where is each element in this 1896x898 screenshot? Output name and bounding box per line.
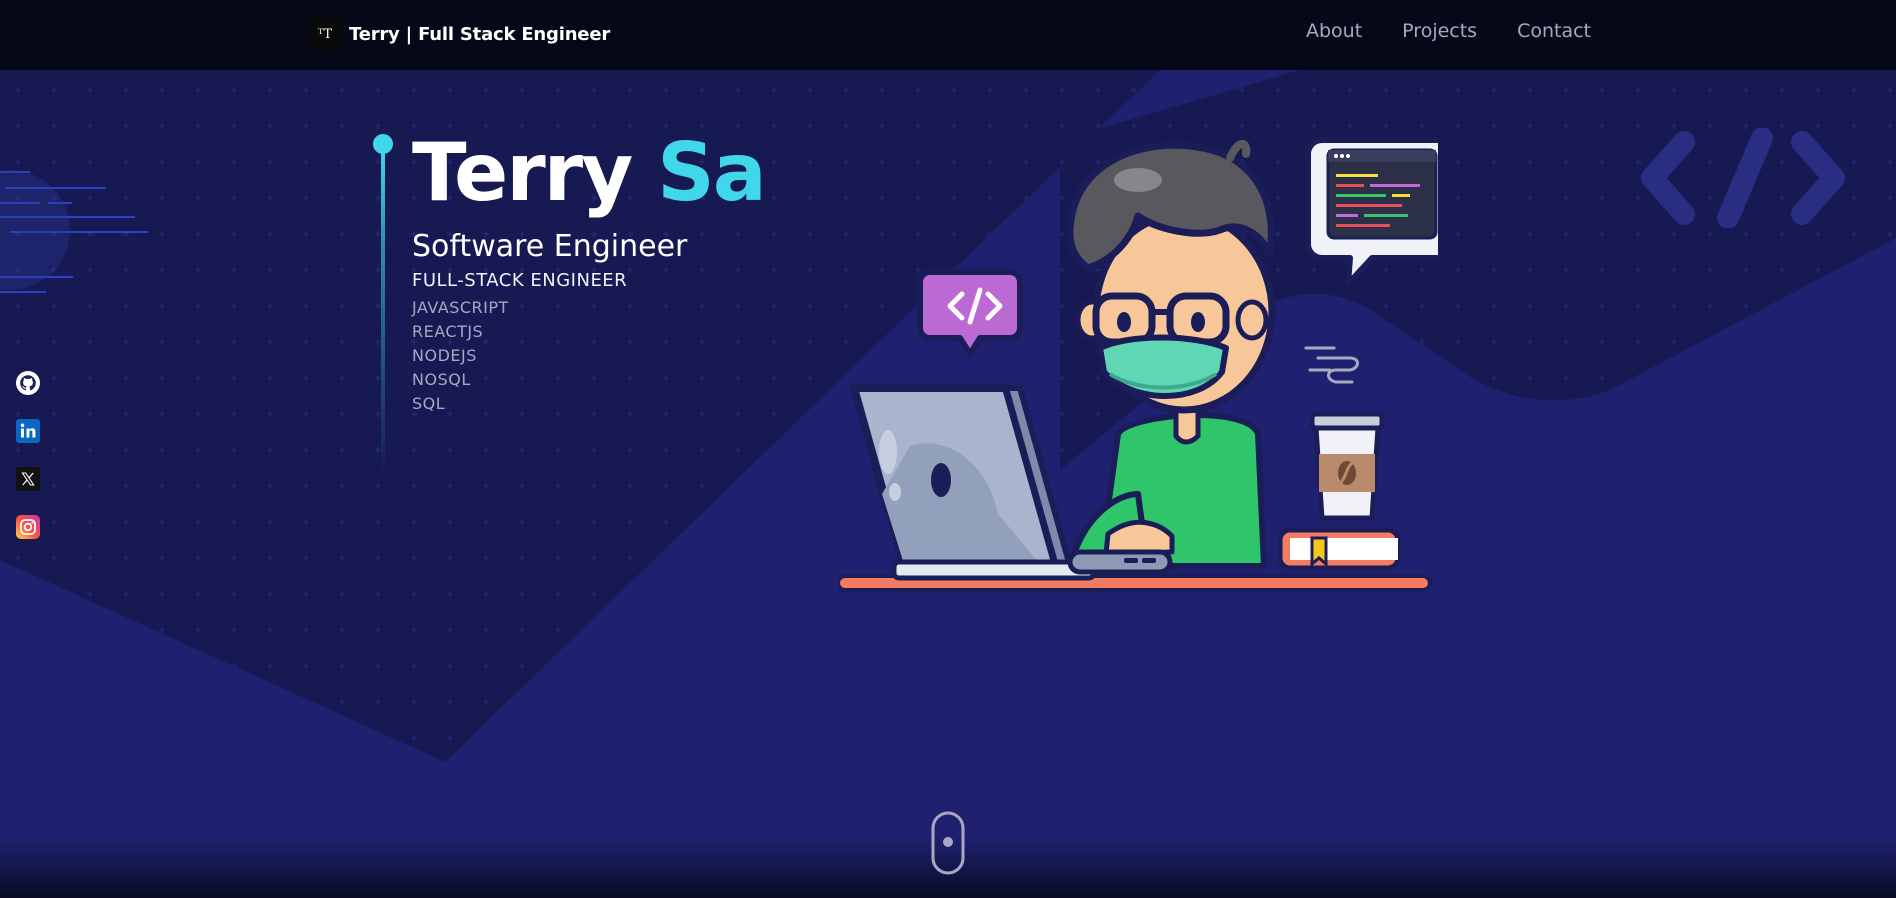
hero-timeline-accent (373, 134, 393, 474)
hero-last-name: Sa (657, 126, 767, 219)
code-bubble-icon (917, 269, 1023, 357)
hero-role: Software Engineer (412, 229, 688, 264)
instagram-link[interactable] (16, 515, 40, 539)
book-icon (1277, 527, 1401, 571)
linkedin-icon (16, 419, 40, 443)
hero-text: Terry Sa Software Engineer FULL-STACK EN… (412, 124, 767, 416)
nav-link-projects[interactable]: Projects (1402, 20, 1477, 42)
navbar: ᵀT Terry | Full Stack Engineer About Pro… (0, 0, 1896, 70)
code-window-bubble-icon (1305, 137, 1438, 287)
linkedin-link[interactable] (16, 419, 40, 443)
code-brackets-icon (1641, 128, 1845, 228)
brand-logo: ᵀT (309, 18, 341, 50)
scroll-indicator[interactable] (931, 811, 965, 875)
skills-list: JAVASCRIPT REACTJS NODEJS NOSQL SQL (412, 296, 765, 416)
x-twitter-link[interactable] (16, 467, 40, 491)
brand-title: Terry | Full Stack Engineer (349, 23, 611, 45)
skill-item: JAVASCRIPT (412, 298, 509, 317)
hero-name: Terry Sa (412, 124, 767, 222)
brand-link[interactable]: ᵀT Terry | Full Stack Engineer (309, 18, 610, 50)
nav-links: About Projects Contact (1306, 20, 1591, 42)
skill-item: NOSQL (412, 370, 471, 389)
nav-link-about[interactable]: About (1306, 20, 1362, 42)
developer-illustration (838, 137, 1438, 592)
github-icon (16, 371, 40, 395)
laptop-icon (850, 384, 1097, 581)
hero-subtitle: FULL-STACK ENGINEER (412, 270, 628, 291)
timeline-line (381, 150, 385, 474)
skill-item: SQL (412, 394, 446, 413)
github-link[interactable] (16, 371, 40, 395)
skill-item: NODEJS (412, 346, 477, 365)
coffee-cup-icon (1304, 346, 1385, 521)
x-twitter-icon (16, 467, 40, 491)
instagram-icon (16, 515, 40, 539)
hero-first-name: Terry (412, 126, 633, 219)
skill-item: REACTJS (412, 322, 484, 341)
nav-link-contact[interactable]: Contact (1517, 20, 1591, 42)
